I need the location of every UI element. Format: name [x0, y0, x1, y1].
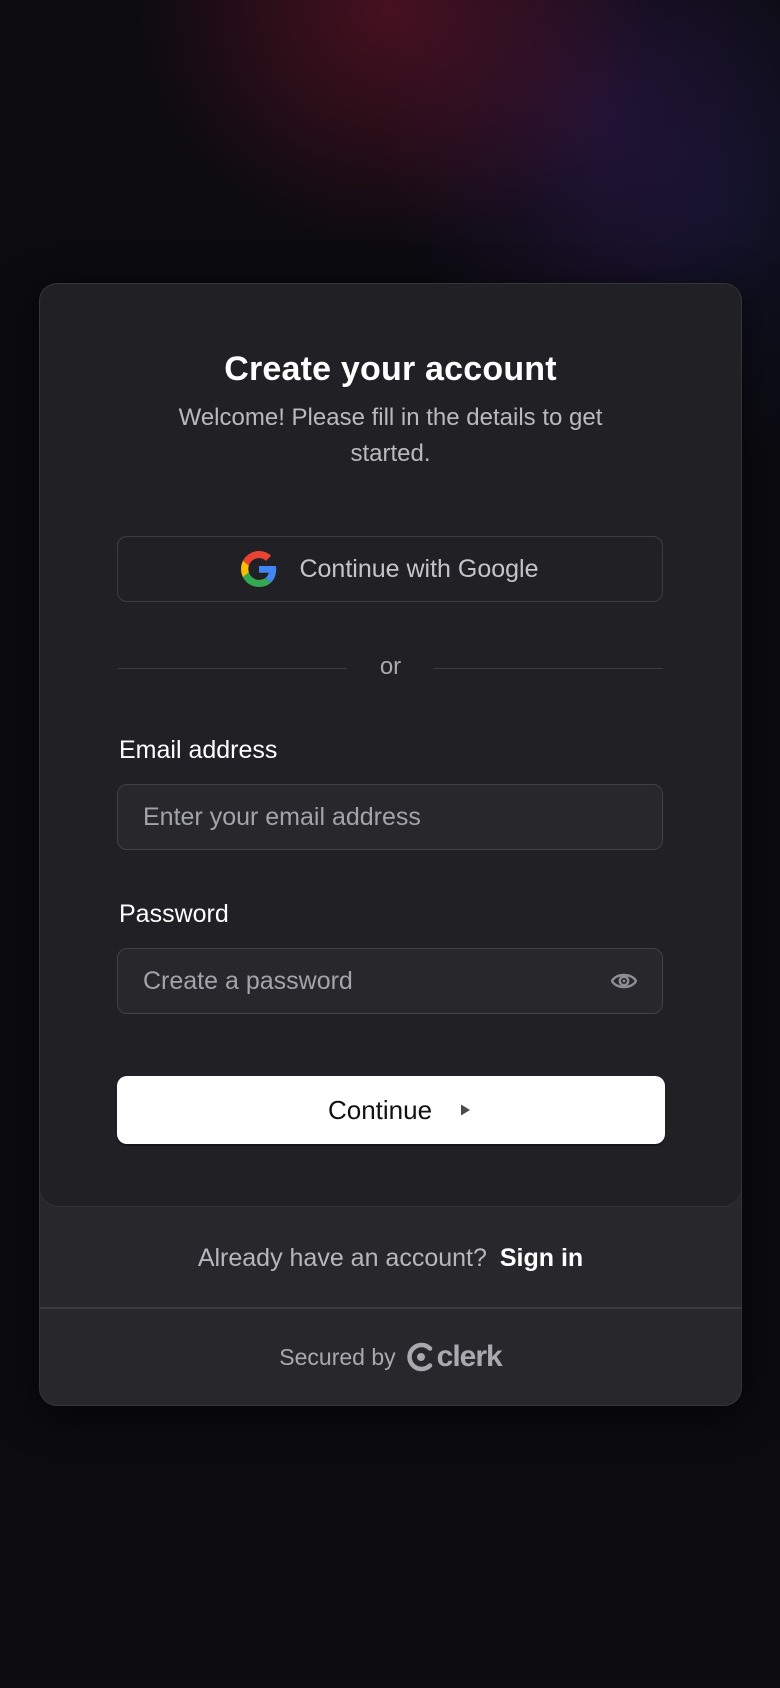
signup-card: Create your account Welcome! Please fill…	[39, 283, 742, 1406]
divider-line-right	[434, 668, 663, 669]
google-g-icon	[241, 551, 277, 587]
secured-by-row: Secured by clerk	[40, 1340, 741, 1374]
page-subtitle: Welcome! Please fill in the details to g…	[178, 404, 603, 467]
email-label: Email address	[119, 736, 278, 764]
continue-button-label: Continue	[327, 1094, 433, 1125]
email-input[interactable]	[117, 784, 663, 850]
continue-button[interactable]: Continue	[117, 1076, 665, 1144]
continue-with-google-label: Continue with Google	[299, 554, 539, 583]
play-triangle-icon	[461, 1104, 471, 1116]
signup-form-panel: Create your account Welcome! Please fill…	[40, 284, 741, 1206]
eye-icon[interactable]	[610, 968, 638, 994]
page-title: Create your account	[224, 350, 557, 388]
footer-divider	[40, 1307, 741, 1309]
password-label: Password	[119, 900, 229, 928]
password-input[interactable]	[117, 948, 663, 1014]
secured-by-text: Secured by	[279, 1343, 396, 1370]
clerk-logo-icon	[406, 1342, 432, 1372]
signin-prompt-text: Already have an account?	[197, 1244, 487, 1272]
signin-prompt-row: Already have an account? Sign in	[40, 1244, 741, 1273]
divider-line-left	[118, 668, 347, 669]
continue-with-google-button[interactable]: Continue with Google	[117, 536, 663, 602]
sign-in-link[interactable]: Sign in	[500, 1244, 583, 1272]
clerk-brand-text: clerk	[436, 1340, 503, 1373]
divider-or-text: or	[379, 653, 402, 680]
